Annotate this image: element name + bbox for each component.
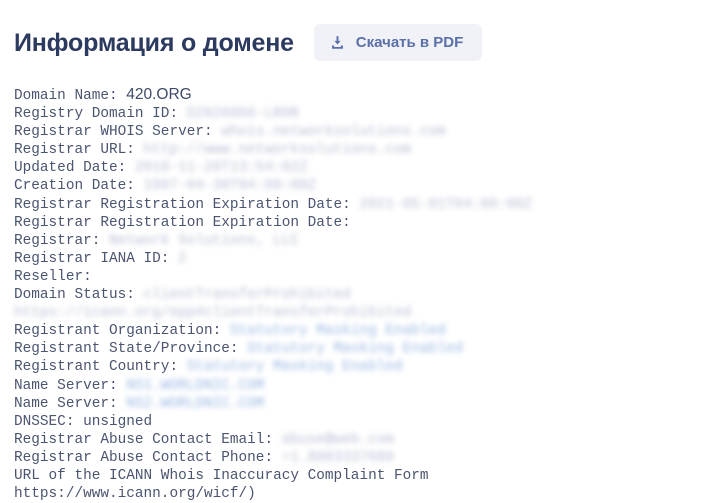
whois-line: Registrant State/Province: Statutory Mas… <box>14 340 674 358</box>
page-header: Информация о домене Скачать в PDF <box>14 10 483 76</box>
whois-field-label: Registrant Country: <box>14 359 187 376</box>
page-title: Информация о домене <box>14 28 294 57</box>
download-icon <box>330 35 345 50</box>
whois-line: Updated Date: 2018-11-20T13:54:02Z <box>14 159 674 177</box>
whois-field-value: Statutory Masking Enabled <box>186 359 403 376</box>
whois-line: Registrar Registration Expiration Date: <box>14 214 674 232</box>
whois-line: Registrar WHOIS Server: whois.networksol… <box>14 123 674 141</box>
whois-line: Registrar Abuse Contact Email: abuse@web… <box>14 431 674 449</box>
whois-field-value: D2026066-LROR <box>186 106 299 123</box>
whois-line: Creation Date: 1997-04-30T04:00:00Z <box>14 177 674 195</box>
whois-field-label: Updated Date: <box>14 160 135 177</box>
whois-field-label: Registrar WHOIS Server: <box>14 124 222 141</box>
whois-field-label: Registrar Abuse Contact Phone: <box>14 449 282 466</box>
whois-field-label: Name Server: <box>14 377 127 394</box>
whois-field-label: Reseller: <box>14 268 101 285</box>
whois-line: Registrar: Network Solutions, LLC <box>14 232 674 250</box>
whois-field-label: Name Server: <box>14 395 127 412</box>
whois-line: Registrant Organization: Statutory Maski… <box>14 322 674 340</box>
whois-field-label: Creation Date: <box>14 178 144 195</box>
whois-field-label: Registrar Registration Expiration Date: <box>14 196 360 213</box>
whois-field-label: Domain Name: <box>14 88 127 104</box>
whois-line: Registrar Registration Expiration Date: … <box>14 196 674 214</box>
whois-field-label: Registrar: <box>14 232 109 249</box>
whois-field-label: Registrar Registration Expiration Date: <box>14 214 360 231</box>
whois-field-label: Registrant State/Province: <box>14 341 248 358</box>
whois-field-value: 1997-04-30T04:00:00Z <box>143 178 317 195</box>
whois-line: Domain Name: 420.ORG <box>14 86 674 105</box>
whois-field-value: 2021-05-01T04:00:00Z <box>359 196 533 213</box>
whois-line: Registrar Abuse Contact Phone: +1.800333… <box>14 449 674 467</box>
whois-field-label: DNSSEC: <box>14 413 84 430</box>
whois-field-label: Domain Status: <box>14 287 144 304</box>
whois-line: Registrar IANA ID: 2 <box>14 250 674 268</box>
whois-line: URL of the ICANN Whois Inaccuracy Compla… <box>14 467 674 503</box>
whois-field-label: Registrar URL: <box>14 142 144 159</box>
whois-field-value: http://www.networksolutions.com <box>143 142 412 159</box>
whois-line: Registry Domain ID: D2026066-LROR <box>14 105 674 123</box>
whois-field-value: 2018-11-20T13:54:02Z <box>134 160 308 177</box>
whois-field-value: +1.8003337680 <box>281 449 394 466</box>
whois-field-value: 420.ORG <box>126 86 192 103</box>
whois-line: Reseller: <box>14 268 674 286</box>
whois-field-value: Statutory Masking Enabled <box>229 323 446 340</box>
whois-field-label: Registrar Abuse Contact Email: <box>14 431 282 448</box>
whois-line: Domain Status: clientTransferProhibited … <box>14 286 674 322</box>
whois-record: Domain Name: 420.ORG Registry Domain ID: … <box>14 86 674 503</box>
whois-line: DNSSEC: unsigned <box>14 413 674 431</box>
download-pdf-button[interactable]: Скачать в PDF <box>313 24 483 62</box>
whois-field-value: whois.networksolutions.com <box>221 124 446 141</box>
whois-field-value: Network Solutions, LLC <box>109 232 299 249</box>
whois-field-label: URL of the ICANN Whois Inaccuracy Compla… <box>14 467 438 503</box>
whois-field-value: unsigned <box>83 413 153 430</box>
whois-field-label: Registrant Organization: <box>14 323 230 340</box>
download-pdf-label: Скачать в PDF <box>355 34 464 52</box>
whois-field-value: NS2.WORLDNIC.COM <box>126 395 265 412</box>
whois-field-label: Registrar IANA ID: <box>14 250 179 267</box>
whois-field-value: Statutory Masking Enabled <box>247 341 464 358</box>
whois-line: Registrar URL: http://www.networksolutio… <box>14 141 674 159</box>
whois-line: Name Server: NS1.WORLDNIC.COM <box>14 377 674 395</box>
whois-field-label: Registry Domain ID: <box>14 106 187 123</box>
whois-line: Name Server: NS2.WORLDNIC.COM <box>14 395 674 413</box>
whois-field-value: NS1.WORLDNIC.COM <box>126 377 265 394</box>
whois-field-value: abuse@web.com <box>281 431 394 448</box>
whois-field-value: 2 <box>178 250 187 267</box>
whois-line: Registrant Country: Statutory Masking En… <box>14 358 674 376</box>
domain-info-page: Информация о домене Скачать в PDF Domain… <box>0 0 701 503</box>
